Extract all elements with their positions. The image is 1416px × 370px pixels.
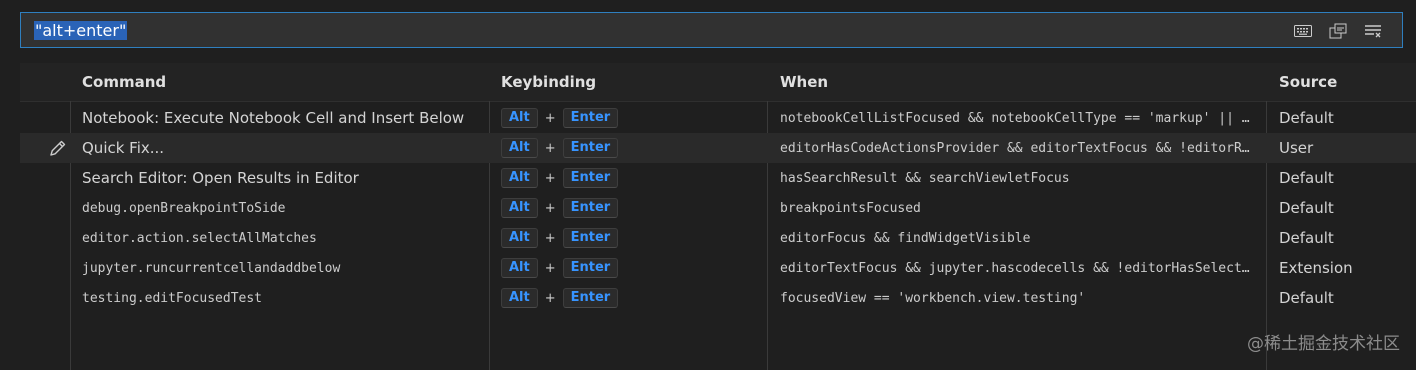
command-cell: jupyter.runcurrentcellandaddbelow <box>82 260 341 276</box>
keybinding-cell[interactable]: Alt + Enter <box>501 223 761 253</box>
table-row[interactable]: testing.editFocusedTest Alt + Enter focuse… <box>20 283 1416 313</box>
key-enter: Enter <box>562 168 619 188</box>
key-plus: + <box>544 110 556 126</box>
when-cell: notebookCellListFocused && notebookCellT… <box>780 110 1250 126</box>
table-row[interactable]: Notebook: Execute Notebook Cell and Inse… <box>20 103 1416 133</box>
source-cell: Default <box>1279 229 1334 247</box>
search-query-text: "alt+enter" <box>34 21 128 40</box>
key-plus: + <box>544 140 556 156</box>
key-alt: Alt <box>501 168 538 188</box>
when-cell: editorHasCodeActionsProvider && editorTe… <box>780 140 1250 156</box>
command-cell: Search Editor: Open Results in Editor <box>82 169 359 187</box>
keybindings-table: Command Keybinding When Source Notebook:… <box>20 63 1416 370</box>
keybinding-cell[interactable]: Alt + Enter <box>501 193 761 223</box>
key-alt: Alt <box>501 258 538 278</box>
source-cell: Default <box>1279 169 1334 187</box>
edit-keybinding-icon[interactable] <box>48 138 68 158</box>
key-plus: + <box>544 230 556 246</box>
command-cell: Notebook: Execute Notebook Cell and Inse… <box>82 109 465 127</box>
command-cell: testing.editFocusedTest <box>82 290 263 306</box>
when-cell: focusedView == 'workbench.view.testing' <box>780 290 1086 306</box>
keybinding-cell[interactable]: Alt + Enter <box>501 253 761 283</box>
table-row[interactable]: debug.openBreakpointToSide Alt + Enter bre… <box>20 193 1416 223</box>
when-cell: editorFocus && findWidgetVisible <box>780 230 1031 246</box>
key-alt: Alt <box>501 288 538 308</box>
source-cell: Default <box>1279 109 1334 127</box>
source-cell: User <box>1279 139 1314 157</box>
key-plus: + <box>544 200 556 216</box>
watermark: @稀土掘金技术社区 <box>1247 334 1400 354</box>
key-enter: Enter <box>562 108 619 128</box>
key-alt: Alt <box>501 228 538 248</box>
key-plus: + <box>544 260 556 276</box>
key-plus: + <box>544 170 556 186</box>
key-alt: Alt <box>501 198 538 218</box>
key-enter: Enter <box>562 258 619 278</box>
key-plus: + <box>544 290 556 306</box>
key-alt: Alt <box>501 138 538 158</box>
source-cell: Default <box>1279 289 1334 307</box>
keybinding-cell[interactable]: Alt + Enter <box>501 133 761 163</box>
column-header-source[interactable]: Source <box>1279 73 1337 91</box>
when-cell: editorTextFocus && jupyter.hascodecells … <box>780 260 1250 276</box>
column-header-keybinding[interactable]: Keybinding <box>501 73 596 91</box>
when-cell: breakpointsFocused <box>780 200 921 216</box>
table-row[interactable]: jupyter.runcurrentcellandaddbelow Alt + En… <box>20 253 1416 283</box>
command-cell: editor.action.selectAllMatches <box>82 230 317 246</box>
source-cell: Default <box>1279 199 1334 217</box>
column-header-command[interactable]: Command <box>82 73 166 91</box>
when-cell: hasSearchResult && searchViewletFocus <box>780 170 1070 186</box>
search-query[interactable]: "alt+enter" <box>34 21 128 41</box>
clear-filter-icon[interactable] <box>1362 22 1384 40</box>
key-enter: Enter <box>562 198 619 218</box>
column-header-when[interactable]: When <box>780 73 828 91</box>
record-keys-icon[interactable] <box>1327 22 1349 40</box>
keyboard-icon[interactable] <box>1292 22 1314 40</box>
source-cell: Extension <box>1279 259 1353 277</box>
table-row[interactable]: Quick Fix... Alt + Enter editorHasCodeActi… <box>20 133 1416 163</box>
keybinding-cell[interactable]: Alt + Enter <box>501 283 761 313</box>
table-row[interactable]: editor.action.selectAllMatches Alt + Enter… <box>20 223 1416 253</box>
keybinding-cell[interactable]: Alt + Enter <box>501 163 761 193</box>
key-alt: Alt <box>501 108 538 128</box>
keybinding-cell[interactable]: Alt + Enter <box>501 103 761 133</box>
key-enter: Enter <box>562 288 619 308</box>
key-enter: Enter <box>562 138 619 158</box>
key-enter: Enter <box>562 228 619 248</box>
table-row[interactable]: Search Editor: Open Results in Editor Al… <box>20 163 1416 193</box>
command-cell: Quick Fix... <box>82 139 165 157</box>
table-header: Command Keybinding When Source <box>20 63 1416 102</box>
search-keybindings-input[interactable]: "alt+enter" <box>20 12 1403 48</box>
command-cell: debug.openBreakpointToSide <box>82 200 286 216</box>
